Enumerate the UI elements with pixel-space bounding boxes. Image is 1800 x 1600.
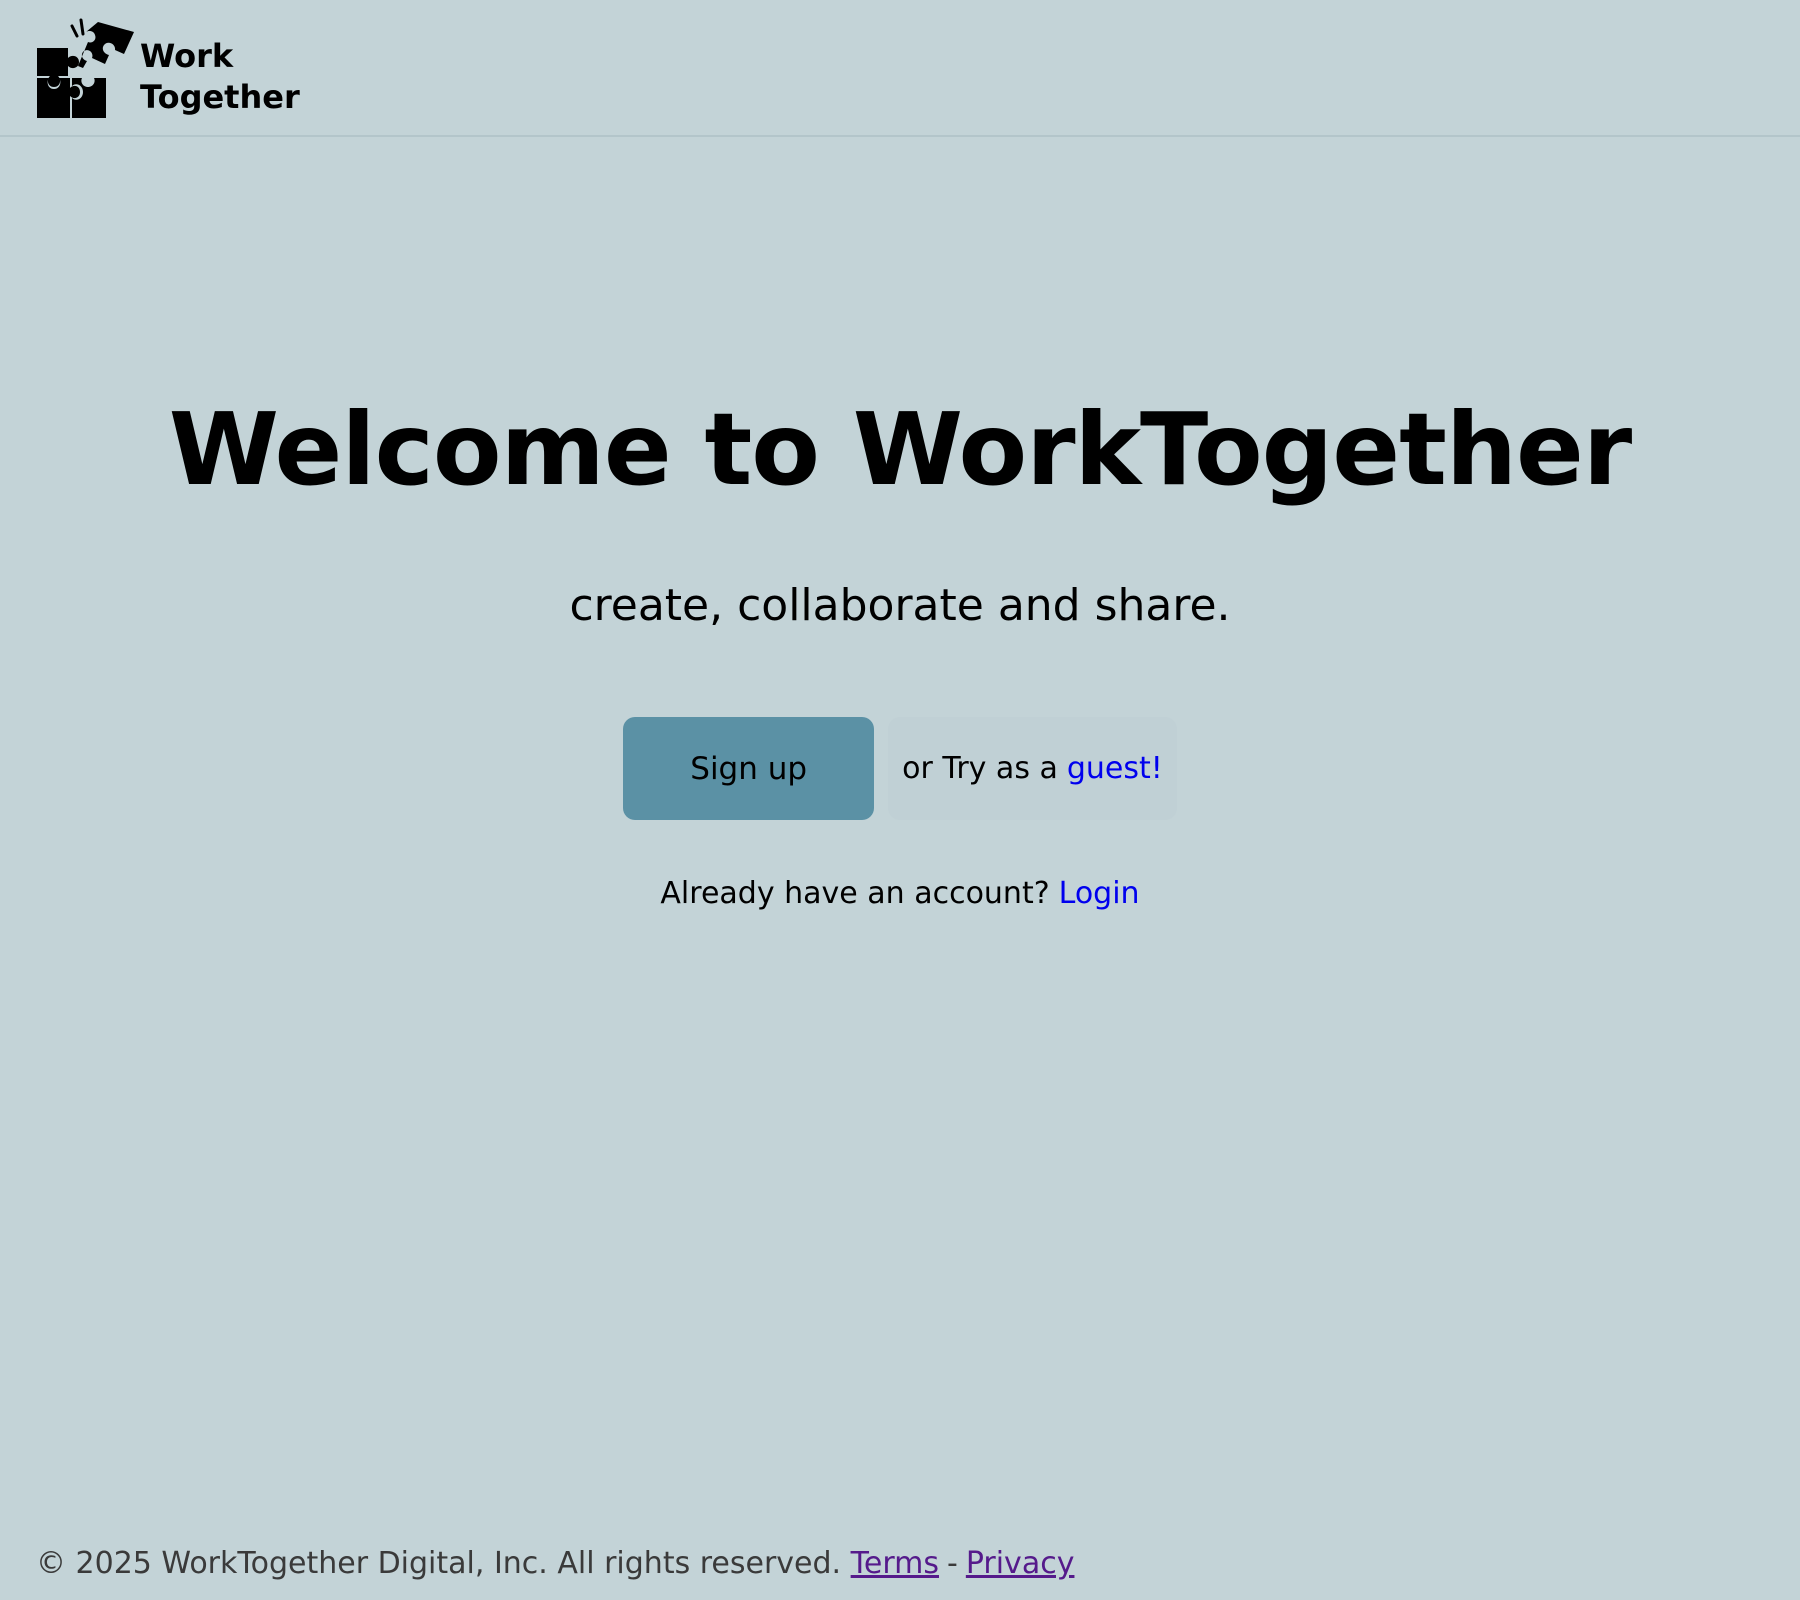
login-prompt: Already have an account? Login <box>0 870 1800 918</box>
hero-section: Welcome to WorkTogether <box>0 380 1800 520</box>
logo-link[interactable]: Work Together <box>36 18 300 120</box>
terms-link[interactable]: Terms <box>851 1546 939 1581</box>
privacy-link[interactable]: Privacy <box>966 1546 1075 1581</box>
landing-page: Work Together Welcome to WorkTogether cr… <box>0 0 1800 1600</box>
copyright-text: © 2025 WorkTogether Digital, Inc. All ri… <box>36 1546 842 1581</box>
footer-separator: - <box>947 1546 958 1581</box>
logo-line-together: Together <box>140 78 300 116</box>
guest-prefix-text: or Try as a <box>902 751 1058 786</box>
puzzle-pieces-icon <box>37 18 134 118</box>
logo-text: Work Together <box>140 36 300 118</box>
guest-link[interactable]: guest! <box>1067 751 1163 786</box>
guest-option: or Try as a guest! <box>888 717 1177 820</box>
login-link[interactable]: Login <box>1059 876 1140 911</box>
tagline: create, collaborate and share. <box>569 580 1231 631</box>
logo-line-work: Work <box>140 37 234 75</box>
signup-button[interactable]: Sign up <box>623 717 875 820</box>
site-footer: © 2025 WorkTogether Digital, Inc. All ri… <box>36 1540 1074 1588</box>
site-header: Work Together <box>0 0 1800 137</box>
cta-row: Sign up or Try as a guest! <box>0 717 1800 820</box>
login-prefix-text: Already have an account? <box>660 876 1050 911</box>
page-title: Welcome to WorkTogether <box>168 391 1632 508</box>
